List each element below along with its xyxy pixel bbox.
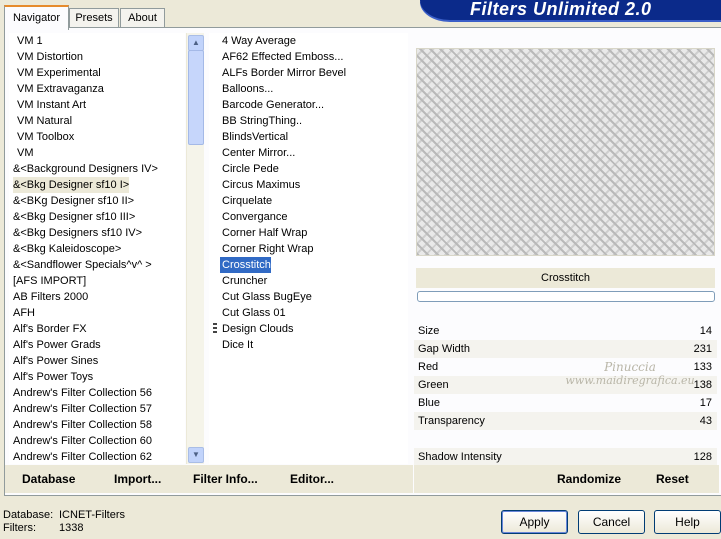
status-database: Database: ICNET-Filters	[3, 509, 125, 521]
scroll-down-icon[interactable]: ▼	[188, 447, 204, 463]
filter-item[interactable]: Dice It	[220, 337, 255, 353]
filter-item[interactable]: Corner Half Wrap	[220, 225, 309, 241]
category-item[interactable]: Andrew's Filter Collection 62	[13, 449, 152, 465]
parameter-label: Transparency	[418, 415, 485, 427]
apply-button[interactable]: Apply	[501, 510, 568, 534]
category-list[interactable]: VM 1 VM Distortion VM Experimental VM Extra…	[9, 33, 185, 464]
filter-item[interactable]: BB StringThing..	[220, 113, 304, 129]
import-button[interactable]: Import...	[114, 472, 161, 486]
filter-list[interactable]: 4 Way Average AF62 Effected Emboss... ALFs…	[209, 33, 408, 464]
parameter-row[interactable]: Gap Width 231	[414, 340, 717, 358]
category-item[interactable]: Alf's Power Toys	[13, 369, 93, 385]
filter-item[interactable]: Convergance	[220, 209, 289, 225]
category-item[interactable]: &<Background Designers IV>	[13, 161, 158, 177]
filter-item[interactable]: Circle Pede	[220, 161, 281, 177]
help-button[interactable]: Help	[654, 510, 721, 534]
app-title: Filters Unlimited 2.0	[470, 0, 652, 19]
watermark: Pinuccia www.maidiregrafica.eu	[555, 360, 705, 387]
filter-item[interactable]: Cirquelate	[220, 193, 274, 209]
status-database-label: Database:	[3, 509, 54, 521]
filter-info-button[interactable]: Filter Info...	[193, 472, 258, 486]
category-item[interactable]: VM Extravaganza	[17, 81, 104, 97]
status-database-value: ICNET-Filters	[59, 509, 125, 521]
parameter-value: 43	[699, 415, 712, 427]
status-filters-label: Filters:	[3, 522, 36, 534]
watermark-line1: Pinuccia	[604, 360, 656, 374]
tab-about[interactable]: About	[120, 8, 165, 28]
parameter-row[interactable]: Size 14	[414, 322, 717, 340]
category-item[interactable]: [AFS IMPORT]	[13, 273, 86, 289]
watermark-line2: www.maidiregrafica.eu	[565, 374, 695, 387]
status-filters: Filters: 1338	[3, 522, 83, 534]
category-item[interactable]: Alf's Border FX	[13, 321, 87, 337]
category-item[interactable]: &<Bkg Designer sf10 III>	[13, 209, 135, 225]
parameter-row[interactable]: Blue 17	[414, 394, 717, 412]
editor-button[interactable]: Editor...	[290, 472, 334, 486]
filter-item[interactable]: Cruncher	[220, 273, 269, 289]
filter-item[interactable]: Barcode Generator...	[220, 97, 326, 113]
category-scrollbar[interactable]: ▲ ▼	[186, 33, 204, 464]
parameter-row[interactable]	[414, 430, 717, 448]
scroll-up-icon[interactable]: ▲	[188, 35, 204, 51]
category-item[interactable]: &<Bkg Designer sf10 I>	[13, 177, 130, 193]
parameter-row[interactable]: Shadow Intensity 128	[414, 448, 717, 466]
parameter-label: Red	[418, 361, 439, 373]
filter-item[interactable]: Crosstitch	[220, 257, 271, 273]
category-item[interactable]: &<Sandflower Specials^v^ >	[13, 257, 152, 273]
filter-item[interactable]: Cut Glass 01	[220, 305, 288, 321]
category-item[interactable]: VM 1	[17, 33, 43, 49]
cancel-button[interactable]: Cancel	[578, 510, 645, 534]
filter-item[interactable]: Balloons...	[220, 81, 275, 97]
progress-bar	[417, 291, 715, 302]
filter-item[interactable]: ALFs Border Mirror Bevel	[220, 65, 348, 81]
category-item[interactable]: &<Bkg Kaleidoscope>	[13, 241, 121, 257]
filter-item[interactable]: Circus Maximus	[220, 177, 302, 193]
parameter-value: 231	[693, 343, 712, 355]
filter-item[interactable]: AF62 Effected Emboss...	[220, 49, 345, 65]
category-item[interactable]: VM Distortion	[17, 49, 83, 65]
filter-item[interactable]: Center Mirror...	[220, 145, 297, 161]
category-item[interactable]: VM Natural	[17, 113, 72, 129]
parameter-label: Size	[418, 325, 440, 337]
reset-button[interactable]: Reset	[656, 472, 689, 486]
category-item[interactable]: AFH	[13, 305, 35, 321]
category-item[interactable]: Andrew's Filter Collection 58	[13, 417, 152, 433]
category-item[interactable]: Andrew's Filter Collection 56	[13, 385, 152, 401]
parameter-value: 17	[699, 397, 712, 409]
preview-label: Crosstitch	[416, 268, 715, 288]
category-item[interactable]: Andrew's Filter Collection 60	[13, 433, 152, 449]
tab-presets[interactable]: Presets	[69, 8, 119, 28]
category-item[interactable]: &<Bkg Designers sf10 IV>	[13, 225, 142, 241]
category-item[interactable]: VM Toolbox	[17, 129, 74, 145]
category-item[interactable]: Alf's Power Grads	[13, 337, 101, 353]
randomize-button[interactable]: Randomize	[557, 472, 621, 486]
drag-grip-icon[interactable]	[213, 323, 217, 335]
filter-item[interactable]: Corner Right Wrap	[220, 241, 316, 257]
title-banner: Filters Unlimited 2.0	[420, 0, 721, 20]
database-button[interactable]: Database	[22, 472, 75, 486]
tab-navigator[interactable]: Navigator	[4, 5, 69, 30]
category-item[interactable]: &<BKg Designer sf10 II>	[13, 193, 134, 209]
category-item[interactable]: VM Experimental	[17, 65, 101, 81]
parameter-row[interactable]: Transparency 43	[414, 412, 717, 430]
category-item[interactable]: Andrew's Filter Collection 57	[13, 401, 152, 417]
filter-item[interactable]: 4 Way Average	[220, 33, 298, 49]
category-item[interactable]: VM	[17, 145, 34, 161]
parameter-value: 128	[693, 451, 712, 463]
scroll-thumb[interactable]	[188, 50, 204, 145]
category-item[interactable]: VM Instant Art	[17, 97, 86, 113]
filter-item[interactable]: BlindsVertical	[220, 129, 290, 145]
parameter-label: Gap Width	[418, 343, 470, 355]
parameter-label: Green	[418, 379, 449, 391]
filter-item[interactable]: Cut Glass BugEye	[220, 289, 314, 305]
status-filters-value: 1338	[59, 522, 84, 534]
parameter-label: Blue	[418, 397, 441, 409]
category-item[interactable]: Alf's Power Sines	[13, 353, 98, 369]
preview-image	[416, 48, 715, 256]
category-item[interactable]: AB Filters 2000	[13, 289, 88, 305]
parameter-label: Shadow Intensity	[418, 451, 502, 463]
filter-item[interactable]: Design Clouds	[220, 321, 296, 337]
parameter-value: 14	[699, 325, 712, 337]
